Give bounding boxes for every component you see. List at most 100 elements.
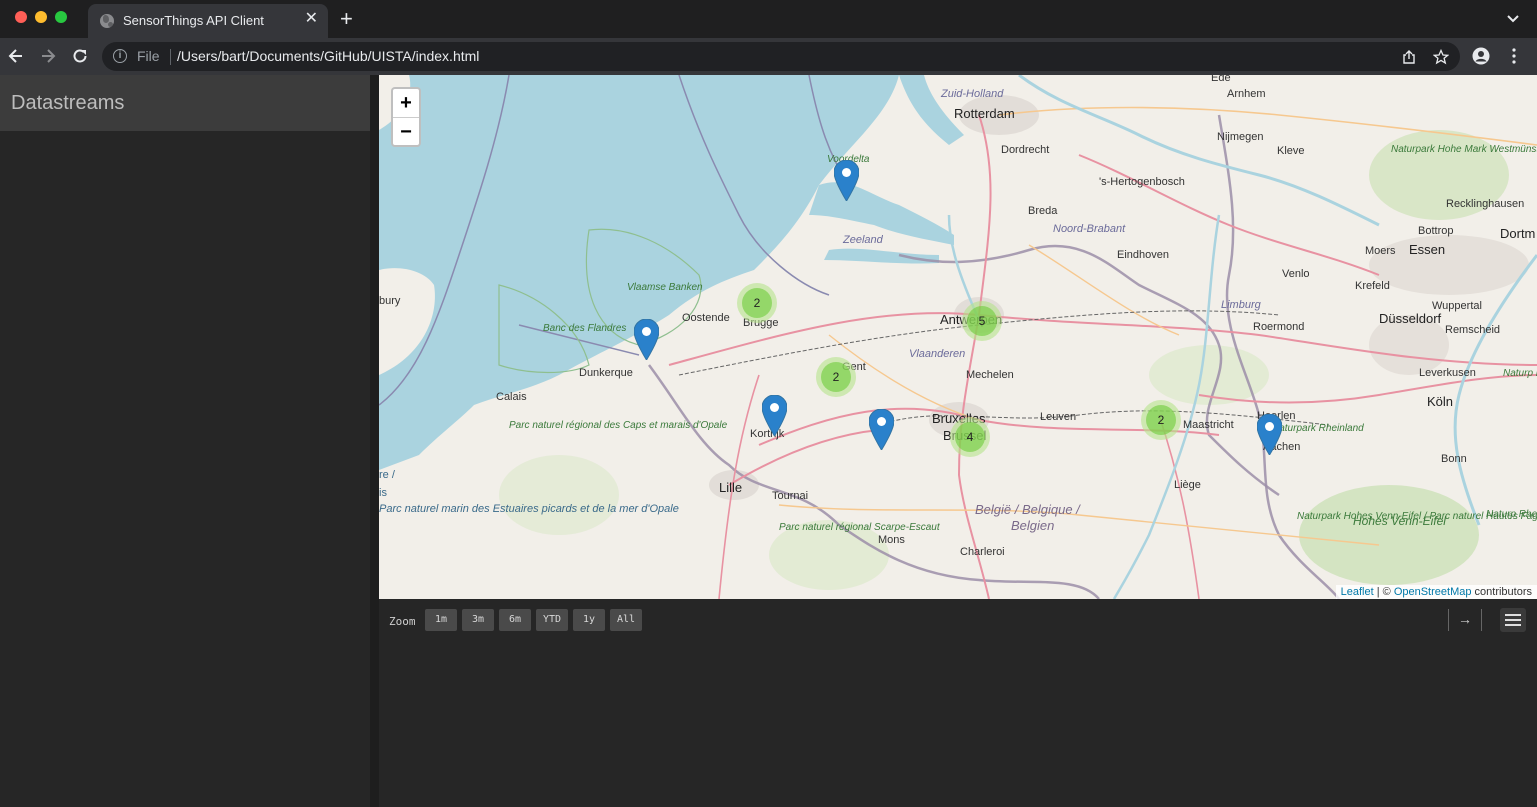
place-vlaanderen: Vlaanderen [909,348,966,360]
leaflet-map[interactable]: Rotterdam Zuid-Holland Ede Arnhem Dordre… [379,75,1537,599]
marker-cluster[interactable]: 4 [950,417,990,457]
place-is: is [379,487,387,499]
sidebar-header: Datastreams [0,75,370,131]
place-essen: Essen [1409,242,1446,257]
range-button-ytd[interactable]: YTD [536,609,568,631]
range-button-3m[interactable]: 3m [462,609,494,631]
back-arrow-icon[interactable] [6,46,26,66]
place-dunkerque: Dunkerque [579,367,633,379]
place-limburg: Limburg [1221,299,1261,311]
kebab-menu-icon[interactable] [1505,47,1523,65]
file-scheme-label: File [137,48,160,64]
tab-close-icon[interactable]: ✕ [305,11,318,27]
marker-cluster[interactable]: 2 [737,283,777,323]
browser-titlebar: SensorThings API Client ✕ + [0,0,1537,38]
place-koln: Köln [1427,394,1454,409]
new-tab-button[interactable]: + [340,8,353,30]
place-naturpark-rheinland: Naturpark Rheinland [1272,423,1364,434]
close-window-button[interactable] [15,11,27,23]
map-zoom-out-button[interactable]: − [393,117,419,145]
place-lille: Lille [719,480,743,495]
map-zoom-in-button[interactable]: + [393,89,419,117]
place-remscheid: Remscheid [1445,324,1501,336]
info-icon[interactable]: i [113,49,127,63]
place-naturpark-eifel: Naturpark Hohes Venn-Eifel / Parc nature… [1297,511,1537,522]
chart-navigator-arrow[interactable]: → [1448,609,1482,631]
place-bury: bury [379,295,401,307]
place-naturp-rhein: Naturp Rhein-Wes [1486,509,1537,520]
place-vlaamse-banken: Vlaamse Banken [627,282,703,293]
place-bottrop: Bottrop [1418,225,1454,237]
place-zuid-holland: Zuid-Holland [941,88,1004,100]
place-roermond: Roermond [1253,321,1305,333]
range-button-all[interactable]: All [610,609,642,631]
datastreams-sidebar: Datastreams [0,75,370,807]
panel-divider[interactable] [370,75,379,807]
place-nijmegen: Nijmegen [1217,131,1264,143]
map-marker-pin-icon[interactable] [869,409,894,450]
tab-search-chevron-icon[interactable] [1506,12,1520,26]
range-button-1y[interactable]: 1y [573,609,605,631]
place-mechelen: Mechelen [966,369,1014,381]
place-venlo: Venlo [1282,268,1310,280]
place-dortm: Dortm [1500,226,1536,241]
openstreetmap-link[interactable]: OpenStreetMap [1394,586,1472,598]
place-leverkusen: Leverkusen [1419,367,1476,379]
place-krefeld: Krefeld [1355,280,1390,292]
map-marker-pin-icon[interactable] [1257,414,1282,455]
place-tournai: Tournai [772,490,809,502]
place-parc-scarpe: Parc naturel régional Scarpe-Escaut [779,522,940,533]
place-moers: Moers [1365,245,1396,257]
sidebar-title: Datastreams [11,92,125,114]
marker-cluster[interactable]: 2 [816,357,856,397]
forward-arrow-icon[interactable] [38,46,58,66]
range-button-1m[interactable]: 1m [425,609,457,631]
globe-icon [100,14,114,28]
browser-tab-active[interactable]: SensorThings API Client ✕ [88,4,328,38]
place-oostende: Oostende [682,312,730,324]
place-liege: Liège [1174,479,1201,491]
url-text[interactable]: /Users/bart/Documents/GitHub/UISTA/index… [177,48,479,64]
range-button-6m[interactable]: 6m [499,609,531,631]
map-marker-pin-icon[interactable] [834,160,859,201]
range-zoom-label: Zoom [389,615,416,628]
chart-menu-hamburger-icon[interactable] [1500,608,1526,632]
place-mons: Mons [878,534,905,546]
address-bar[interactable]: i File /Users/bart/Documents/GitHub/UIST… [102,42,1460,71]
place-belgie: België / Belgique / [975,502,1080,517]
place-maastricht: Maastricht [1183,419,1234,431]
place-bonn: Bonn [1441,453,1467,465]
place-zeeland: Zeeland [843,234,883,246]
place-leuven: Leuven [1040,411,1077,423]
reload-icon[interactable] [70,46,90,66]
place-noord-brabant: Noord-Brabant [1053,223,1126,235]
attribution-separator: | © [1373,586,1394,598]
bookmark-star-icon[interactable] [1433,49,1449,65]
place-belgien: Belgien [1011,518,1055,533]
place-recklinghausen: Recklinghausen [1446,198,1525,210]
map-marker-pin-icon[interactable] [762,395,787,436]
attribution-suffix: contributors [1471,586,1532,598]
share-icon[interactable] [1401,49,1417,65]
leaflet-link[interactable]: Leaflet [1341,586,1374,598]
place-calais: Calais [496,391,527,403]
profile-avatar-icon[interactable] [1472,47,1490,65]
marker-cluster[interactable]: 5 [962,301,1002,341]
place-arnhem: Arnhem [1227,88,1266,100]
place-breda: Breda [1028,205,1058,217]
place-parc-marin: Parc naturel marin des Estuaires picards… [379,503,679,515]
browser-toolbar: i File /Users/bart/Documents/GitHub/UIST… [0,38,1537,75]
url-separator [170,49,171,65]
place-hohes-venn: Hohes Venn-Eifel [1353,514,1446,528]
maximize-window-button[interactable] [55,11,67,23]
map-zoom-control: + − [391,87,421,147]
map-attribution: Leaflet | © OpenStreetMap contributors [1335,585,1537,599]
map-marker-pin-icon[interactable] [634,319,659,360]
place-parc-caps: Parc naturel régional des Caps et marais… [509,419,727,432]
minimize-window-button[interactable] [35,11,47,23]
chart-panel: Zoom 1m 3m 6m YTD 1y All → [379,599,1537,807]
marker-cluster[interactable]: 2 [1141,400,1181,440]
place-naturpark-hohe-mark: Naturpark Hohe Mark Westmünsterland [1391,144,1537,155]
place-kleve: Kleve [1277,145,1305,157]
place-hertogenbosch: 's-Hertogenbosch [1099,176,1185,188]
